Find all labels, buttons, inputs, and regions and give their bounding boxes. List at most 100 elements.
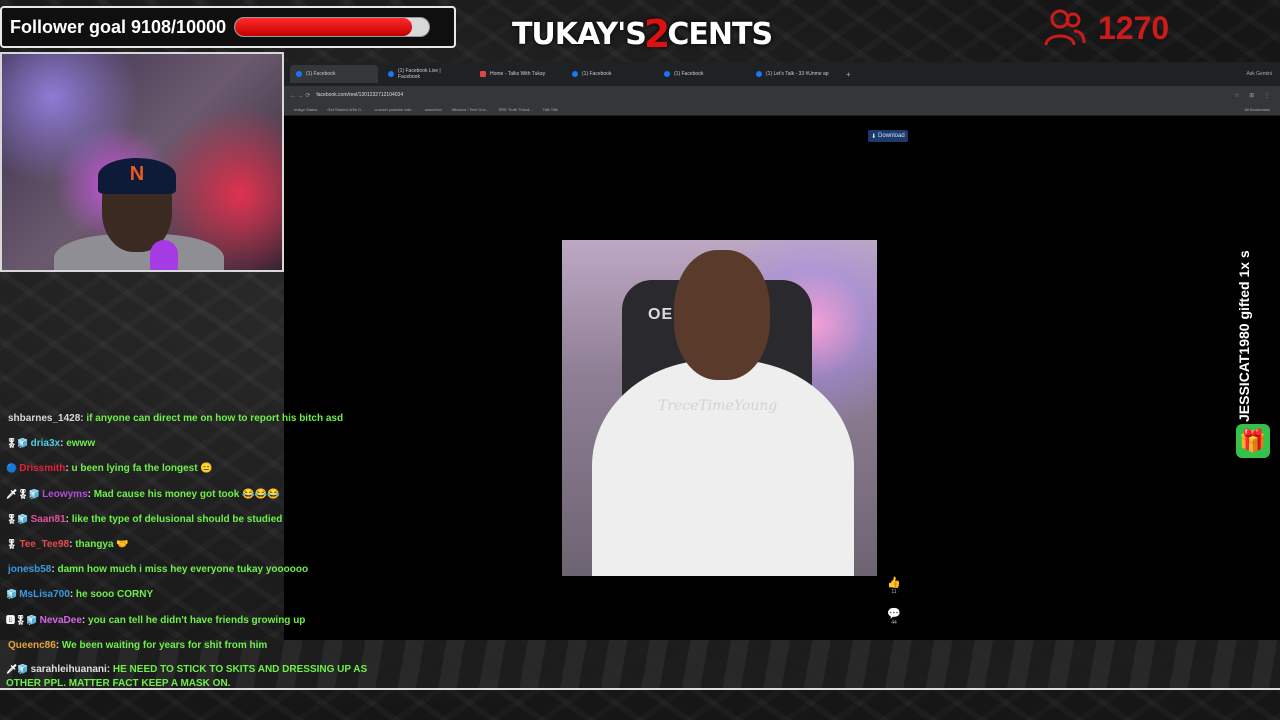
chat-message: Queenc86: We been waiting for years for … <box>8 639 268 651</box>
chat-message: 🅱🎖🧊 NevaDee: you can tell he didn't have … <box>6 614 306 626</box>
browser-tab[interactable]: (1) Facebook <box>290 65 378 83</box>
comment-count: 44 <box>891 620 897 626</box>
chat-message: shbarnes_1428: if anyone can direct me o… <box>8 413 344 424</box>
browser-tab[interactable]: (1) Facebook Live | Facebook <box>382 65 470 83</box>
chat-message-text: ewww <box>66 438 96 450</box>
chat-username: jonesb58 <box>8 564 52 576</box>
follower-goal-widget: Follower goal 9108/10000 <box>0 6 456 48</box>
logo-text-1: TUKAY'S <box>511 16 647 52</box>
ask-gemini-button[interactable]: Ask Gemini <box>1246 71 1272 77</box>
browser-tab[interactable]: (1) Let's Talk - 33 #Unme ap <box>750 65 838 83</box>
facebook-favicon-icon <box>296 71 302 77</box>
browser-tab[interactable]: Home - Talks With Tukay <box>474 65 562 83</box>
site-favicon-icon <box>480 71 486 77</box>
reel-actions: 👍 11 💬 44 <box>884 576 904 638</box>
chat-message: 🗡🧊 sarahleihuanani: HE NEED TO STICK TO S… <box>6 664 368 690</box>
bookmark-item[interactable]: Talk Tilts <box>543 107 558 112</box>
facebook-favicon-icon <box>756 71 762 77</box>
all-bookmarks-link[interactable]: All Bookmarks <box>1244 107 1270 112</box>
browser-tab-label: Home - Talks With Tukay <box>490 71 546 77</box>
video-watermark: TreceTimeYoung <box>658 398 778 414</box>
people-icon <box>1044 9 1086 46</box>
gift-notification-text: JESSICAT1980 gifted 1x s <box>1236 250 1252 422</box>
chat-username: dria3x <box>30 438 61 450</box>
chat-message-text: thangya 🤝 <box>75 539 129 551</box>
comment-icon[interactable]: 💬 <box>887 607 901 620</box>
back-forward-reload-icons[interactable]: ← → ⟳ <box>290 92 310 99</box>
follower-goal-progress-fill <box>235 18 412 36</box>
browser-tab-label: (1) Facebook <box>582 71 612 77</box>
chat-message: 🎖🧊 dria3x: ewww <box>6 438 96 450</box>
gift-icon: 🎁 <box>1236 424 1270 458</box>
chat-overlay: shbarnes_1428: if anyone can direct me o… <box>6 406 386 691</box>
chat-badges: 🎖 <box>6 539 18 550</box>
follower-goal-progress-bar <box>234 17 431 37</box>
like-icon[interactable]: 👍 <box>887 576 901 589</box>
bookmark-item[interactable]: SRE Truth Thrivd... <box>499 107 533 112</box>
chat-badges: 🅱🎖🧊 <box>6 614 38 625</box>
chat-message: jonesb58: damn how much i miss hey every… <box>8 564 309 576</box>
logo-text-2: 2 <box>643 12 670 56</box>
chat-message: 🎖🧊 Saan81: like the type of delusional sh… <box>6 513 283 525</box>
chat-message-text: damn how much i miss hey everyone tukay … <box>57 564 309 576</box>
chat-message-text: he sooo CORNY <box>75 589 154 601</box>
browser-tab-label: (1) Facebook Live | Facebook <box>398 68 441 80</box>
browser-toolbar-icons[interactable]: ☆ ⊞ ⋮ <box>1234 92 1274 99</box>
channel-logo: TUKAY'S 2 CENTS <box>512 12 773 56</box>
video-person-shirt <box>592 360 854 576</box>
address-input[interactable]: facebook.com/reel/1301232712104034 <box>316 92 403 98</box>
chat-username: Queenc86 <box>8 639 56 651</box>
chat-message: 🎖 Tee_Tee98: thangya 🤝 <box>6 539 129 551</box>
chat-message: 🧊 MsLisa700: he sooo CORNY <box>6 589 154 601</box>
reel-video[interactable]: OER TreceTimeYoung <box>562 240 877 576</box>
chat-badges: 🗡🎖🧊 <box>6 488 41 499</box>
facebook-favicon-icon <box>572 71 578 77</box>
bookmark-item[interactable]: Get Started With G... <box>327 107 364 112</box>
chat-username: Tee_Tee98 <box>19 539 70 551</box>
chat-message-text: We been waiting for years for shit from … <box>61 639 268 651</box>
browser-url-bar: ← → ⟳ facebook.com/reel/1301232712104034… <box>284 86 1280 104</box>
chat-badges: 🧊 <box>6 589 18 600</box>
chat-username: shbarnes_1428 <box>8 413 81 424</box>
chat-badges: 🎖🧊 <box>6 513 29 524</box>
chat-message-text: you can tell he didn't have friends grow… <box>88 614 306 626</box>
chat-username: Saan81 <box>30 513 66 525</box>
video-person-face <box>674 250 770 380</box>
browser-capture: (1) Facebook (1) Facebook Live | Facebook… <box>284 62 1280 640</box>
chat-message-text: like the type of delusional should be st… <box>71 513 283 525</box>
logo-text-3: CENTS <box>667 16 773 52</box>
webcam-cap: N <box>98 158 176 194</box>
bookmark-item[interactable]: Indigo Status <box>294 107 317 112</box>
chat-message-text: Mad cause his money got took 😂😂😂 <box>93 488 280 500</box>
chat-badges: 🗡🧊 <box>6 664 29 675</box>
chat-username: MsLisa700 <box>19 589 70 601</box>
bookmarks-bar: Indigo Status Get Started With G... conver… <box>284 104 1280 116</box>
browser-tab-label: (1) Let's Talk - 33 #Unme ap <box>766 71 829 77</box>
bookmark-item[interactable]: www.blvd <box>425 107 442 112</box>
browser-tab-label: (1) Facebook <box>306 71 336 77</box>
browser-tab-label: (1) Facebook <box>674 71 704 77</box>
facebook-favicon-icon <box>388 71 394 77</box>
chat-message: 🗡🎖🧊 Leowyms: Mad cause his money got took… <box>6 488 280 500</box>
download-label: Download <box>878 133 905 139</box>
follower-goal-label: Follower goal 9108/10000 <box>10 16 227 37</box>
microphone-icon <box>150 240 178 270</box>
viewer-count: 1270 <box>1044 8 1169 48</box>
browser-tab[interactable]: (1) Facebook <box>658 65 746 83</box>
chat-username: Drissmith <box>19 463 66 475</box>
bookmark-item[interactable]: convert youtube vide... <box>374 107 414 112</box>
bookmark-item[interactable]: Winston / Terri Gov... <box>452 107 489 112</box>
chat-username: Leowyms <box>42 488 88 500</box>
download-button[interactable]: ⬇ Download <box>868 130 908 142</box>
webcam-feed: N <box>0 52 284 272</box>
chat-username: NevaDee <box>39 614 82 626</box>
browser-tab[interactable]: (1) Facebook <box>566 65 654 83</box>
viewer-count-value: 1270 <box>1098 9 1170 46</box>
chat-badges: 🔵 <box>6 463 18 474</box>
new-tab-icon[interactable]: + <box>846 70 851 79</box>
chat-message-text: if anyone can direct me on how to report… <box>86 413 344 424</box>
like-count: 11 <box>891 589 897 595</box>
chat-message-text: u been lying fa the longest 😑 <box>71 463 213 475</box>
facebook-favicon-icon <box>664 71 670 77</box>
chat-message: 🔵 Drissmith: u been lying fa the longest … <box>6 463 213 475</box>
